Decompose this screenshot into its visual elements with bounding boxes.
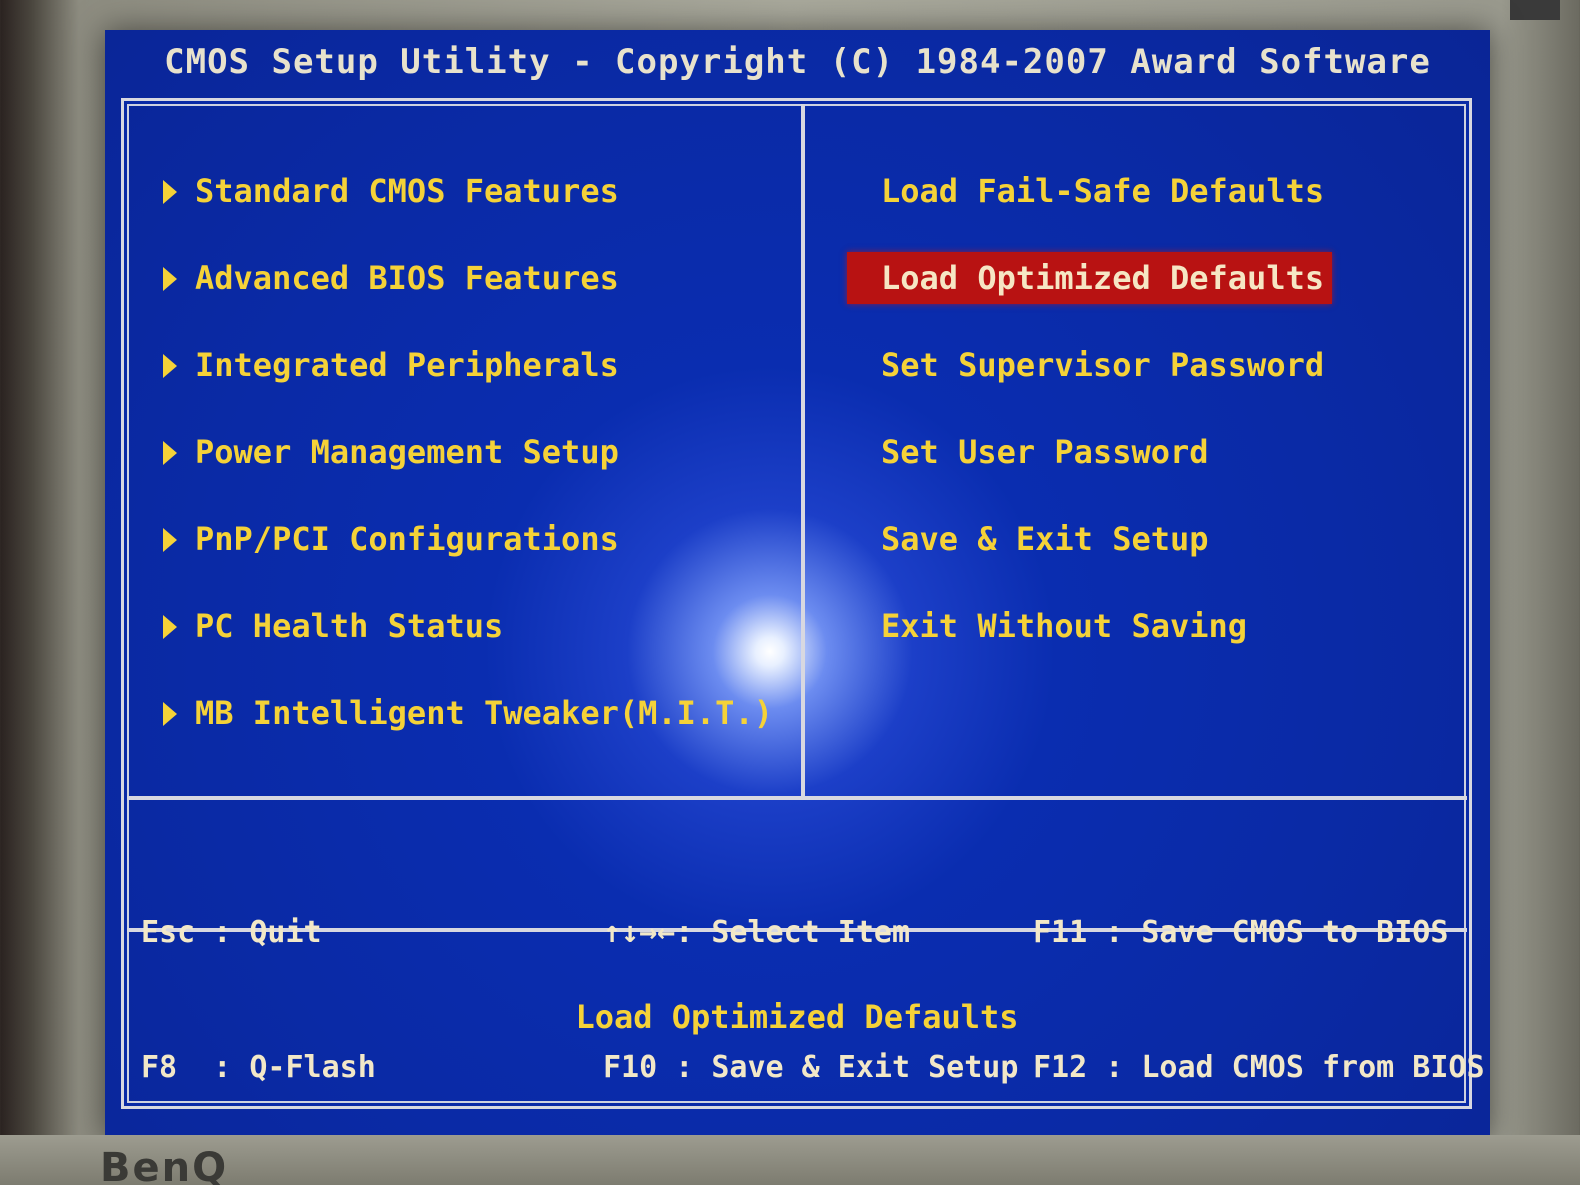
submenu-arrow-icon — [163, 615, 177, 639]
submenu-arrow-icon — [163, 267, 177, 291]
menu-item-advanced-bios-features[interactable]: Advanced BIOS Features — [163, 252, 783, 339]
submenu-arrow-icon — [163, 441, 177, 465]
monitor-brand-logo: BenQ — [100, 1145, 229, 1185]
submenu-arrow-icon — [163, 354, 177, 378]
menu-item-pnp-pci-configurations[interactable]: PnP/PCI Configurations — [163, 513, 783, 600]
submenu-arrow-icon — [163, 702, 177, 726]
menu-item-exit-without-saving[interactable]: Exit Without Saving — [847, 600, 1447, 687]
monitor-corner — [1510, 0, 1560, 20]
submenu-arrow-icon — [163, 528, 177, 552]
page-title: CMOS Setup Utility - Copyright (C) 1984-… — [164, 42, 1431, 82]
menu-item-set-user-password[interactable]: Set User Password — [847, 426, 1447, 513]
menu-divider — [127, 796, 1467, 800]
menu-item-standard-cmos-features[interactable]: Standard CMOS Features — [163, 165, 783, 252]
column-divider — [801, 104, 805, 796]
help-key-f11-save-cmos: F11 : Save CMOS to BIOS — [1033, 915, 1449, 950]
menu-item-pc-health-status[interactable]: PC Health Status — [163, 600, 783, 687]
bios-screen: CMOS Setup Utility - Copyright (C) 1984-… — [105, 30, 1490, 1140]
menu-item-set-supervisor-password[interactable]: Set Supervisor Password — [847, 339, 1447, 426]
main-menu-right: Load Fail-Safe Defaults Load Optimized D… — [847, 165, 1447, 687]
help-key-select-item: ↑↓→←: Select Item — [603, 915, 911, 950]
menu-item-save-exit-setup[interactable]: Save & Exit Setup — [847, 513, 1447, 600]
submenu-arrow-icon — [163, 180, 177, 204]
help-key-f10-save-exit: F10 : Save & Exit Setup — [603, 1050, 1019, 1085]
main-menu-left: Standard CMOS Features Advanced BIOS Fea… — [163, 165, 783, 774]
monitor-bezel: BenQ — [0, 1135, 1580, 1185]
status-description: Load Optimized Defaults — [575, 998, 1019, 1036]
help-key-f8-qflash: F8 : Q-Flash — [141, 1050, 376, 1085]
help-key-esc-quit: Esc : Quit — [141, 915, 322, 950]
menu-item-power-management-setup[interactable]: Power Management Setup — [163, 426, 783, 513]
menu-item-mb-intelligent-tweaker[interactable]: MB Intelligent Tweaker(M.I.T.) — [163, 687, 783, 774]
menu-item-integrated-peripherals[interactable]: Integrated Peripherals — [163, 339, 783, 426]
menu-item-load-fail-safe-defaults[interactable]: Load Fail-Safe Defaults — [847, 165, 1447, 252]
menu-item-load-optimized-defaults[interactable]: Load Optimized Defaults — [847, 252, 1447, 339]
help-key-f12-load-cmos: F12 : Load CMOS from BIOS — [1033, 1050, 1485, 1085]
